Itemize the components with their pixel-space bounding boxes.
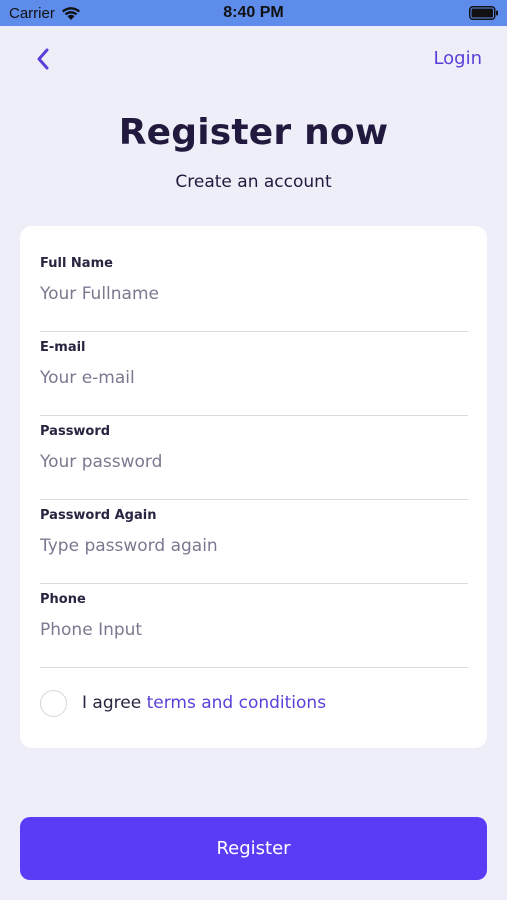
terms-link[interactable]: terms and conditions <box>147 693 326 713</box>
agree-prefix: I agree <box>82 693 142 713</box>
password-input[interactable] <box>40 446 468 478</box>
back-button[interactable] <box>28 44 58 74</box>
email-input[interactable] <box>40 362 468 394</box>
full-name-input[interactable] <box>40 278 468 310</box>
email-label: E-mail <box>40 340 86 355</box>
status-bar: Carrier 8:40 PM <box>0 0 507 26</box>
login-link[interactable]: Login <box>433 48 482 69</box>
register-button[interactable]: Register <box>20 817 487 880</box>
email-field: E-mail <box>40 340 468 416</box>
terms-agree-row: I agree terms and conditions <box>40 688 460 718</box>
password-field: Password <box>40 424 468 500</box>
status-time: 8:40 PM <box>223 4 284 21</box>
page-subtitle: Create an account <box>175 172 332 192</box>
password-again-field: Password Again <box>40 508 468 584</box>
phone-field: Phone <box>40 592 468 668</box>
password-again-input[interactable] <box>40 530 468 562</box>
password-again-label: Password Again <box>40 508 157 523</box>
agree-text: I agree terms and conditions <box>82 693 326 713</box>
phone-label: Phone <box>40 592 86 607</box>
terms-checkbox[interactable] <box>40 689 67 717</box>
page-title: Register now <box>118 112 389 153</box>
full-name-label: Full Name <box>40 256 113 271</box>
password-label: Password <box>40 424 111 439</box>
chevron-left-icon <box>37 48 49 70</box>
battery-full-icon <box>469 6 498 20</box>
phone-input[interactable] <box>40 614 468 646</box>
register-form-card: Full Name E-mail Password Password Again… <box>20 226 487 748</box>
full-name-field: Full Name <box>40 256 468 332</box>
